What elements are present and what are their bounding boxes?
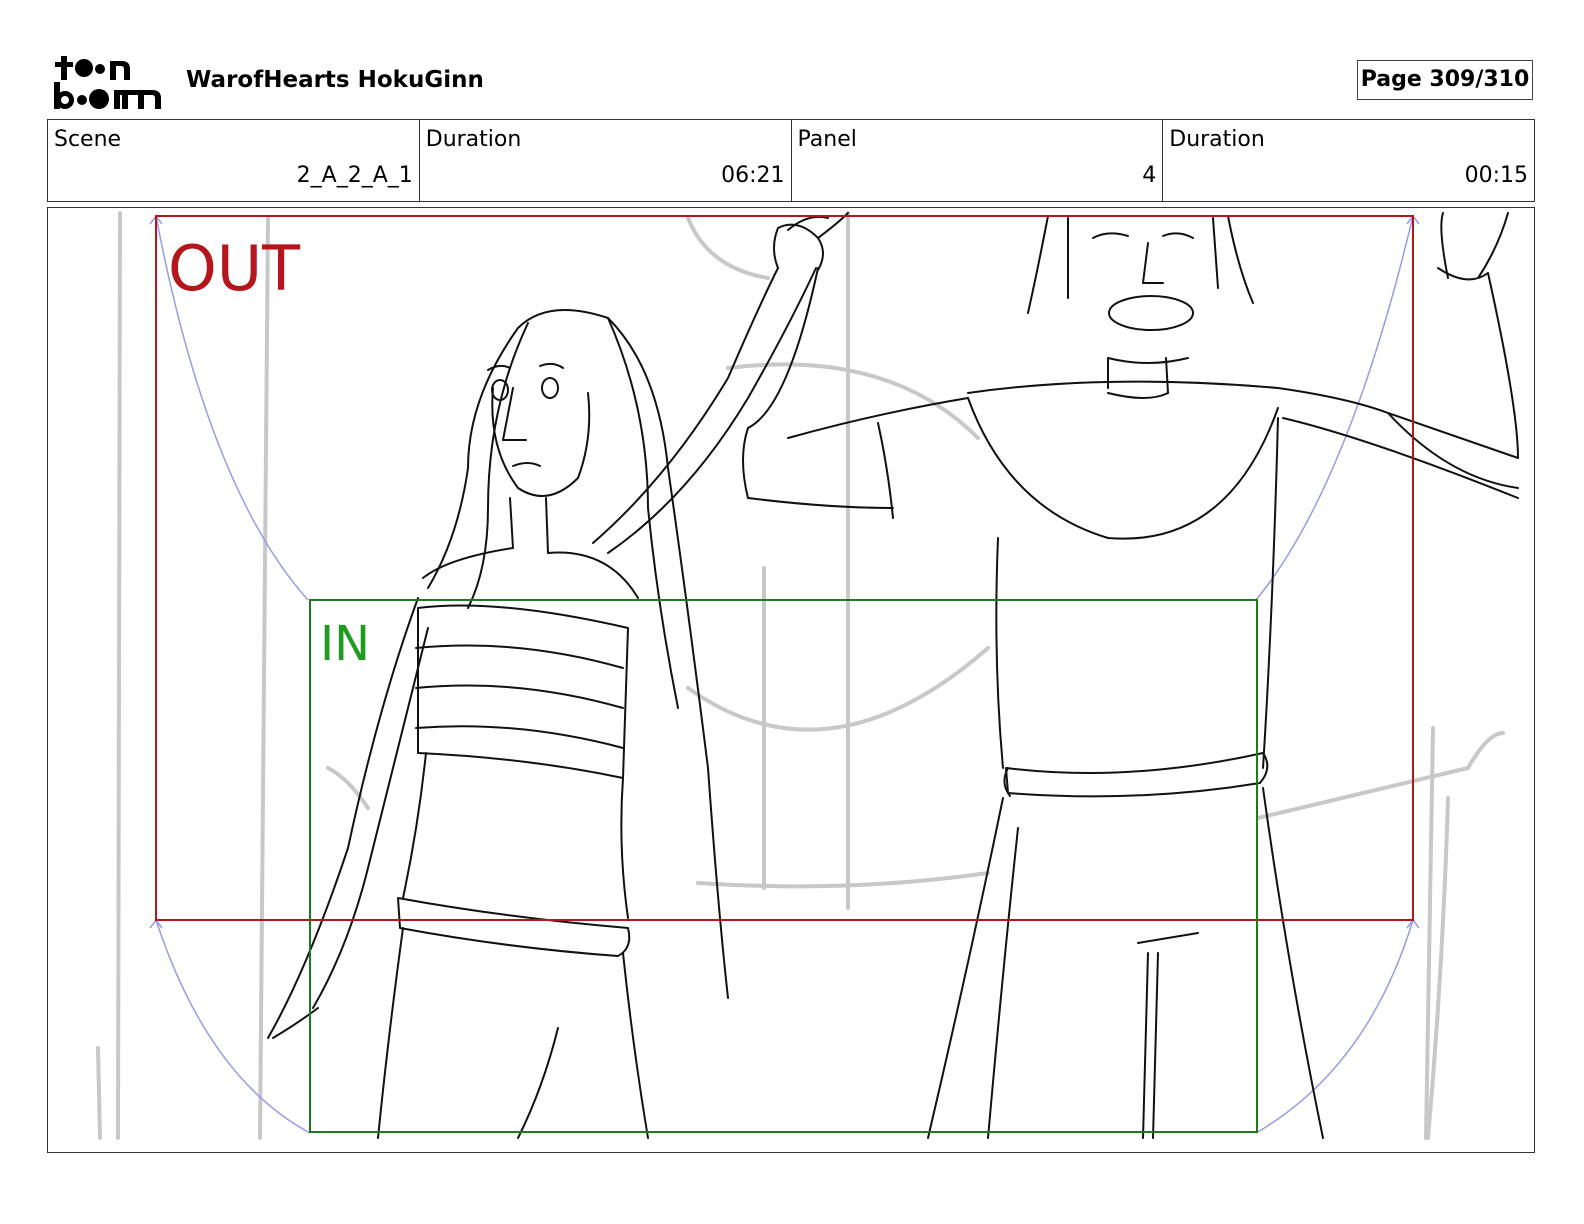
background-sketch [96,211,1505,1140]
scene-value: 2_A_2_A_1 [296,163,413,188]
scene-duration-label: Duration [425,127,522,152]
scene-cell: Scene 2_A_2_A_1 [48,120,420,201]
project-title: WarofHearts HokuGinn [186,67,484,93]
toon-boom-logo [54,56,161,109]
scene-duration-value: 06:21 [721,163,785,188]
woman-sketch [267,212,849,1139]
panel-duration-label: Duration [1169,127,1265,152]
storyboard-panel: OUT IN [47,207,1535,1153]
man-sketch [742,212,1519,1139]
panel-sketch [96,211,1519,1140]
panel-duration-cell: Duration 00:15 [1163,120,1534,201]
page-indicator: Page 309/310 [1357,60,1533,100]
in-frame-label: IN [320,616,371,672]
scene-label: Scene [54,127,122,152]
curtain-guides [149,214,1420,1134]
panel-cell: Panel 4 [792,120,1164,201]
panel-value: 4 [1142,163,1157,188]
panel-duration-value: 00:15 [1464,163,1528,188]
in-frame [309,599,1258,1133]
scene-duration-cell: Duration 06:21 [420,120,792,201]
out-frame [155,215,1414,921]
out-frame-label: OUT [168,232,301,305]
scene-info-table: Scene 2_A_2_A_1 Duration 06:21 Panel 4 D… [47,119,1535,202]
panel-label: Panel [797,127,857,152]
